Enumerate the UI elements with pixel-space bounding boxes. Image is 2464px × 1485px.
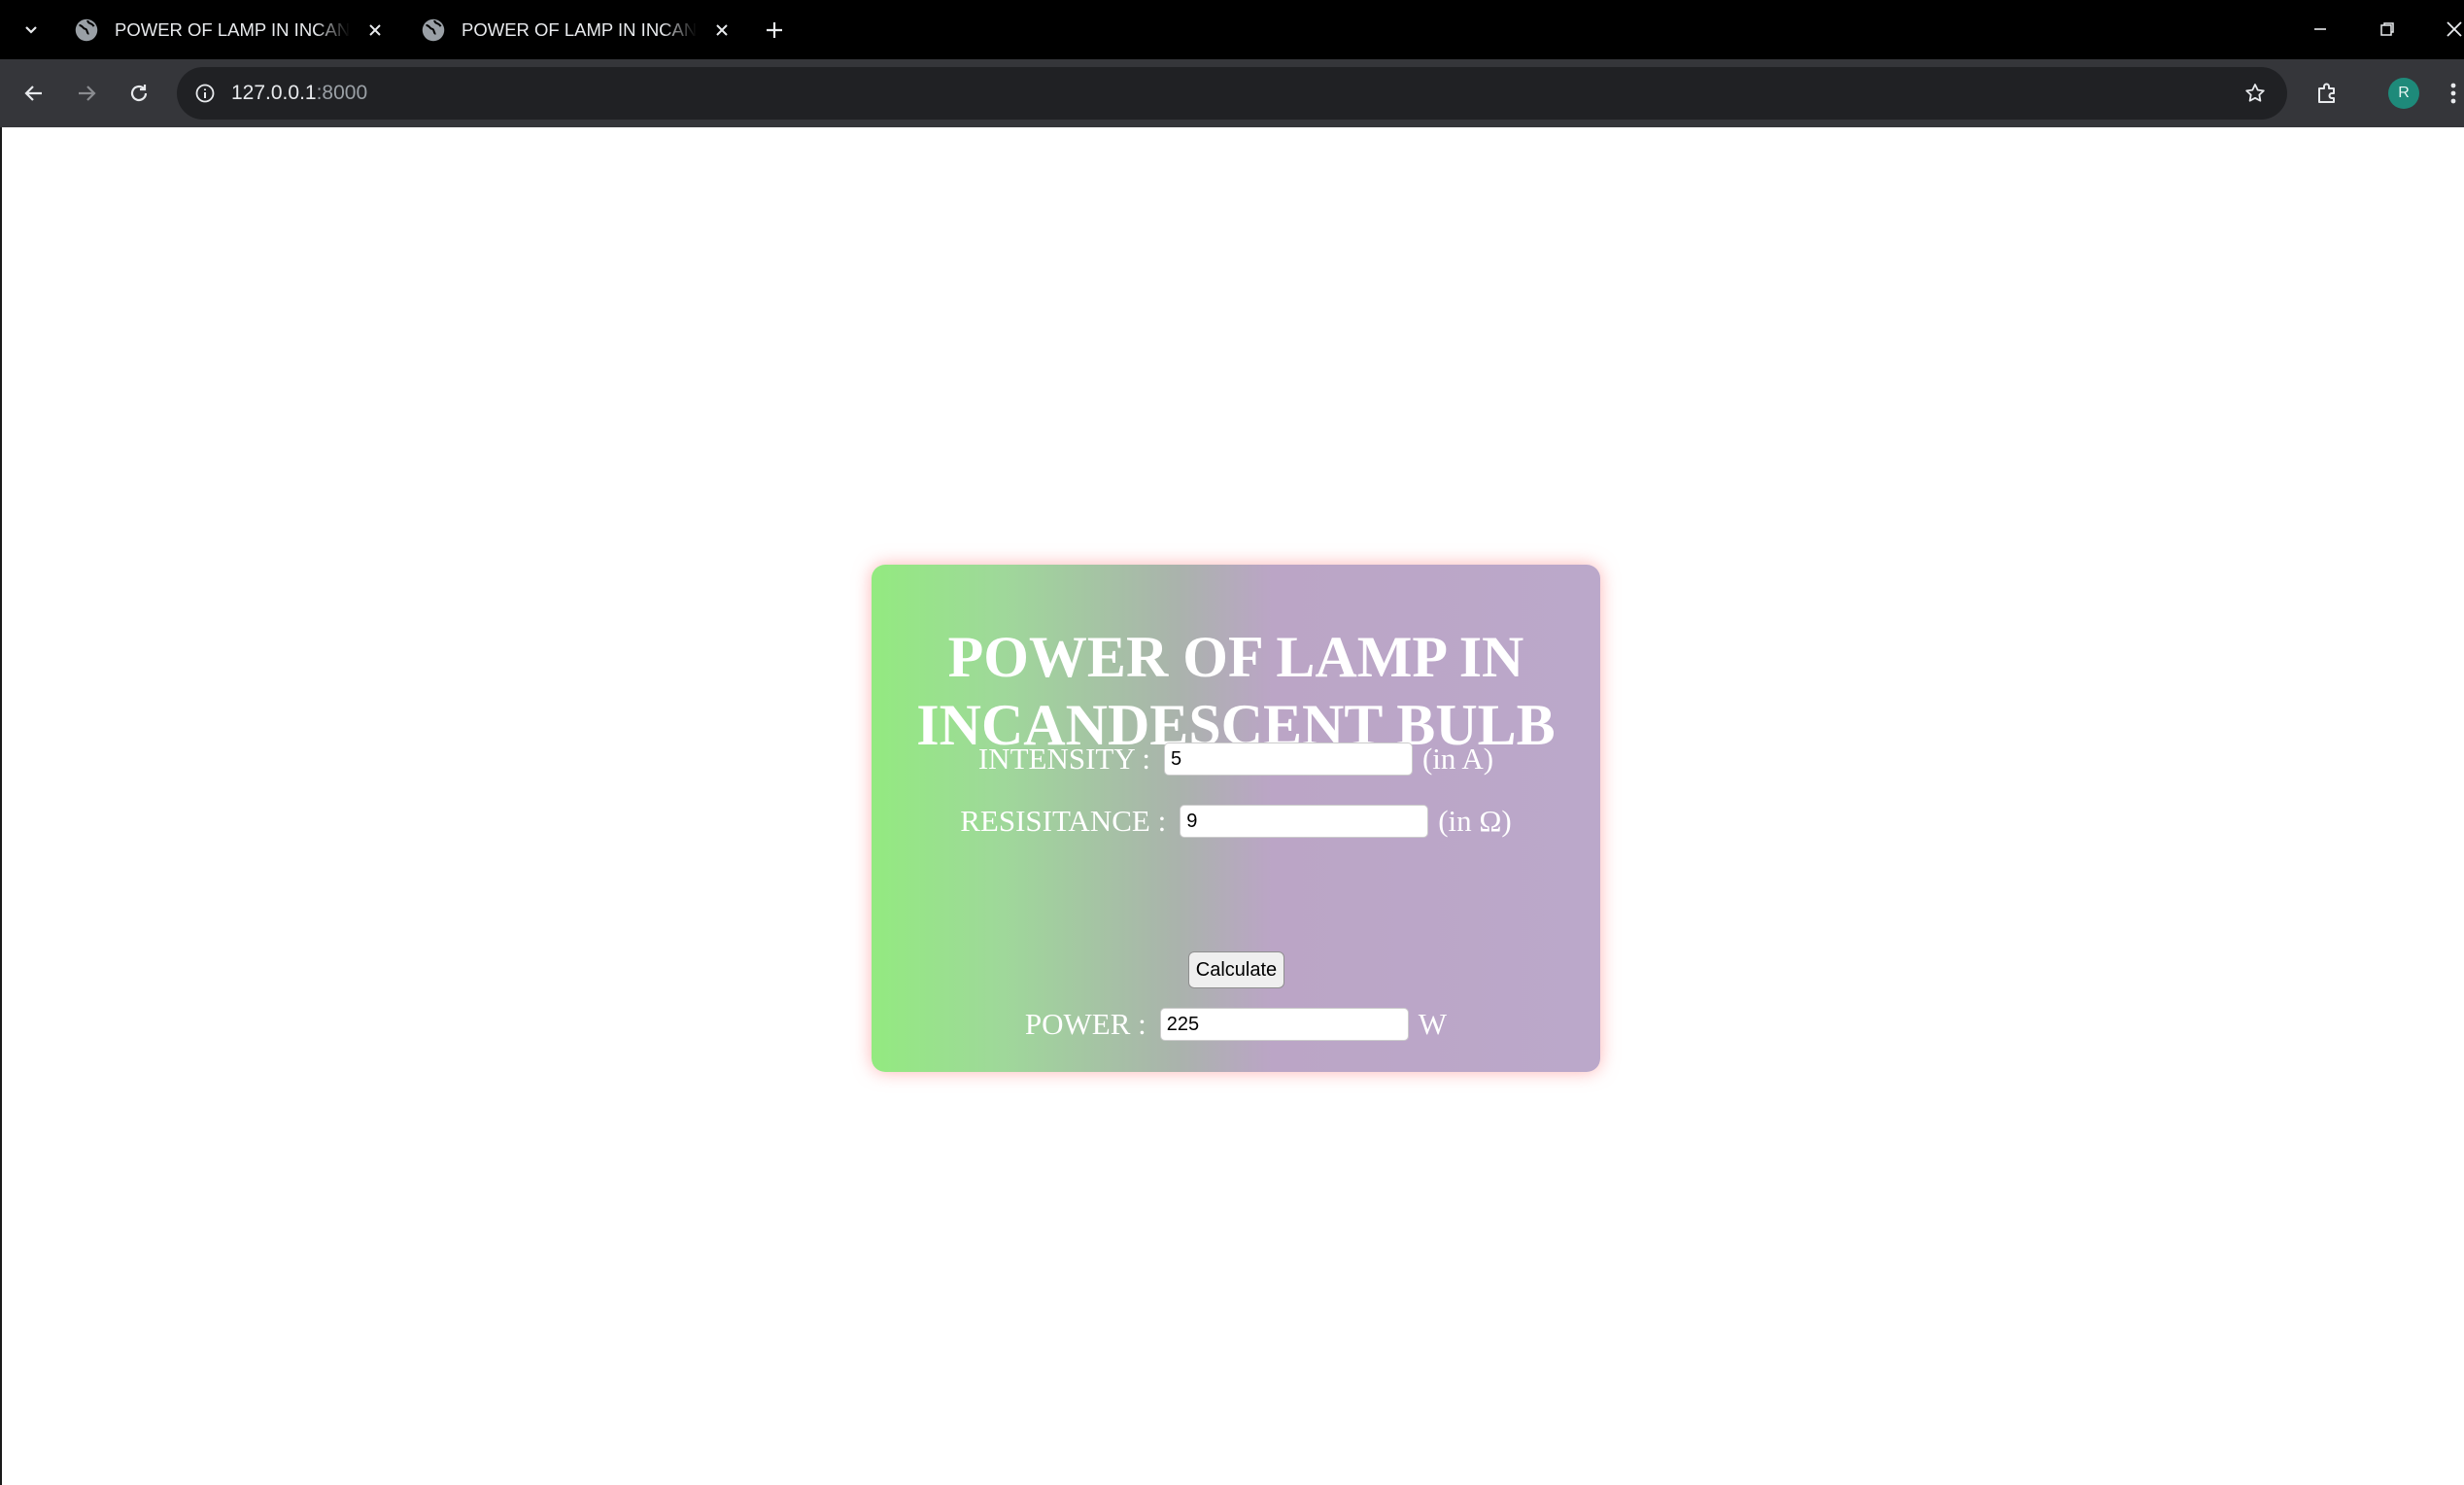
power-output[interactable]	[1159, 1008, 1409, 1041]
power-unit: W	[1418, 1007, 1448, 1041]
globe-icon	[422, 18, 445, 42]
arrow-left-icon	[24, 86, 42, 101]
browser-menu-button[interactable]	[2443, 73, 2464, 114]
resistance-row: RESISITANCE : (in Ω)	[872, 804, 1600, 839]
forward-button[interactable]	[66, 73, 107, 114]
close-icon	[2447, 21, 2462, 37]
power-label: POWER :	[1024, 1007, 1146, 1041]
new-tab-button[interactable]	[758, 14, 791, 47]
reload-icon	[130, 85, 148, 102]
tab-title: POWER OF LAMP IN INCANDESCENT BULB	[462, 19, 697, 40]
url-host: 127.0.0.1	[231, 82, 317, 104]
resistance-label: RESISITANCE :	[960, 804, 1167, 838]
chevron-down-icon	[25, 26, 37, 34]
intensity-input[interactable]	[1163, 742, 1413, 776]
page-viewport: POWER OF LAMP IN INCANDESCENT BULB INTEN…	[0, 127, 2464, 1485]
plus-icon	[767, 22, 782, 38]
address-bar[interactable]: 127.0.0.1:8000	[177, 67, 2287, 120]
extensions-button[interactable]	[2307, 73, 2347, 114]
calculate-button[interactable]: Calculate	[1188, 951, 1284, 988]
power-row: POWER : W	[872, 1007, 1600, 1042]
kebab-menu-icon	[2450, 83, 2456, 104]
globe-icon	[75, 18, 98, 42]
url-text[interactable]: 127.0.0.1:8000	[231, 82, 367, 105]
intensity-unit: (in A)	[1421, 742, 1494, 776]
calculator-card: POWER OF LAMP IN INCANDESCENT BULB INTEN…	[872, 565, 1600, 1072]
tab-strip: POWER OF LAMP IN INCANDESCENT BULB POWER…	[0, 0, 2464, 59]
browser-tab-1[interactable]: POWER OF LAMP IN INCANDESCENT BULB	[58, 8, 389, 52]
tab-search-button[interactable]	[14, 14, 49, 47]
profile-avatar[interactable]: R	[2388, 78, 2419, 109]
minimize-button[interactable]	[2291, 10, 2349, 49]
reload-button[interactable]	[119, 73, 159, 114]
puzzle-icon	[2318, 83, 2335, 103]
browser-toolbar: 127.0.0.1:8000 R	[0, 59, 2464, 127]
tab-close-icon[interactable]	[708, 17, 736, 44]
restore-button[interactable]	[2358, 10, 2416, 49]
close-window-button[interactable]	[2425, 10, 2464, 49]
resistance-unit: (in Ω)	[1438, 804, 1512, 838]
bookmark-star-icon[interactable]	[2241, 79, 2270, 108]
back-button[interactable]	[14, 73, 54, 114]
url-port: :8000	[316, 82, 368, 104]
browser-tab-2[interactable]: POWER OF LAMP IN INCANDESCENT BULB	[405, 8, 736, 52]
page-title: POWER OF LAMP IN INCANDESCENT BULB	[916, 625, 1556, 757]
restore-icon	[2380, 22, 2394, 36]
intensity-row: INTENSITY : (in A)	[872, 742, 1600, 777]
tab-title: POWER OF LAMP IN INCANDESCENT BULB	[115, 19, 350, 40]
site-info-icon[interactable]	[190, 79, 220, 108]
resistance-input[interactable]	[1180, 805, 1429, 838]
arrow-right-icon	[79, 86, 96, 101]
minimize-icon	[2314, 28, 2326, 30]
tab-close-icon[interactable]	[361, 17, 389, 44]
intensity-label: INTENSITY :	[977, 742, 1150, 776]
